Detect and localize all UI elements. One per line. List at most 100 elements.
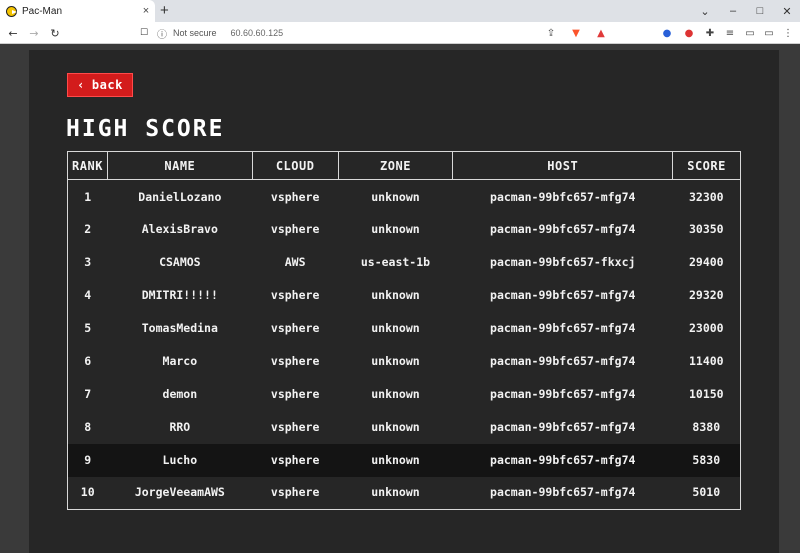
cell-host: pacman-99bfc657-mfg74 (490, 321, 636, 335)
table-row: 8 RRO vsphere unknown pacman-99bfc657-mf… (68, 411, 741, 444)
wallet-icon[interactable]: ▭ (763, 27, 775, 39)
info-icon[interactable]: ⓘ (157, 26, 167, 41)
tab-close-icon[interactable]: × (137, 5, 155, 17)
close-window-button[interactable]: ✕ (772, 0, 800, 22)
cell-rank: 9 (67, 443, 108, 477)
cell-cloud: vsphere (270, 222, 320, 236)
header-zone: ZONE (337, 151, 454, 180)
new-tab-button[interactable]: + (160, 2, 169, 19)
cell-cloud: vsphere (252, 443, 339, 477)
table-row: 6 Marco vsphere unknown pacman-99bfc657-… (68, 345, 741, 378)
back-button-label: back (91, 78, 123, 92)
rewards-icon[interactable]: ▲ (595, 27, 607, 39)
cell-host: pacman-99bfc657-mfg74 (490, 484, 636, 499)
reading-list-icon[interactable]: ≡ (724, 27, 736, 39)
tab-title: Pac-Man (22, 5, 63, 17)
table-row-highlighted: 9 Lucho vsphere unknown pacman-99bfc657-… (67, 443, 741, 477)
cell-name: Marco (162, 354, 198, 368)
tab-strip: Pac-Man × + ⌄ – □ ✕ (0, 0, 800, 22)
cell-cloud: vsphere (270, 387, 320, 401)
cell-cloud: vsphere (270, 190, 320, 205)
header-rank: RANK (67, 151, 108, 180)
cell-zone: unknown (371, 190, 420, 205)
minimize-button[interactable]: – (718, 0, 748, 22)
cell-score: 23000 (688, 321, 724, 335)
header-cloud: CLOUD (251, 151, 339, 180)
brave-shield-icon[interactable]: ▼ (570, 27, 582, 39)
address-bar[interactable]: ⓘ Not secure 60.60.60.125 (157, 24, 637, 42)
table-row: 1 DanielLozano vsphere unknown pacman-99… (68, 180, 741, 213)
cell-score: 11400 (688, 354, 724, 368)
extension-icon[interactable]: ● (683, 27, 695, 39)
cell-zone: unknown (338, 443, 453, 477)
cell-name: Lucho (107, 443, 253, 477)
cell-zone: unknown (371, 288, 420, 302)
reload-icon[interactable]: ↻ (47, 22, 63, 44)
bookmark-icon[interactable]: ☐ (136, 22, 152, 44)
cell-host: pacman-99bfc657-mfg74 (490, 420, 636, 434)
cell-host: pacman-99bfc657-mfg74 (490, 222, 636, 236)
share-icon[interactable]: ⇪ (545, 27, 557, 39)
browser-toolbar: ← → ↻ ☐ ⓘ Not secure 60.60.60.125 ⇪ ▼ ▲ … (0, 22, 800, 44)
high-score-panel: ‹ back HIGH SCORE RANK NAME CLOUD ZONE H… (29, 50, 779, 553)
header-name: NAME (106, 151, 253, 180)
menu-icon[interactable]: ⋮ (782, 27, 794, 39)
cell-rank: 3 (84, 255, 92, 269)
cell-cloud: AWS (284, 255, 306, 269)
table-row: 5 TomasMedina vsphere unknown pacman-99b… (68, 312, 741, 345)
back-arrow-icon[interactable]: ← (5, 22, 21, 44)
cell-rank: 4 (84, 288, 92, 302)
browser-tab[interactable]: Pac-Man × (0, 0, 155, 22)
url-text[interactable]: 60.60.60.125 (231, 28, 284, 38)
extensions-puzzle-icon[interactable]: ✚ (704, 27, 716, 39)
cell-score: 29400 (688, 255, 724, 269)
pacman-favicon-icon (6, 5, 17, 17)
header-score: SCORE (672, 151, 741, 180)
cell-cloud: vsphere (270, 321, 320, 335)
sidebar-icon[interactable]: ▭ (744, 27, 756, 39)
cell-score: 29320 (688, 288, 724, 302)
cell-rank: 7 (84, 387, 92, 401)
chevron-left-icon: ‹ (77, 78, 85, 92)
security-status: Not secure (173, 28, 217, 38)
cell-cloud: vsphere (270, 484, 320, 499)
cell-name: DMITRI!!!!! (141, 288, 218, 302)
cell-name: demon (162, 387, 198, 401)
cell-score: 32300 (688, 190, 724, 205)
cell-rank: 10 (80, 484, 95, 499)
maximize-button[interactable]: □ (745, 0, 775, 22)
tab-search-icon[interactable]: ⌄ (690, 0, 720, 22)
back-button[interactable]: ‹ back (67, 73, 133, 97)
forward-arrow-icon[interactable]: → (26, 22, 42, 44)
header-host: HOST (452, 151, 674, 180)
cell-name: RRO (169, 420, 191, 434)
cell-host: pacman-99bfc657-mfg74 (490, 288, 636, 302)
page-title: HIGH SCORE (66, 116, 225, 142)
cell-zone: us-east-1b (360, 255, 431, 269)
cell-cloud: vsphere (270, 420, 320, 434)
cell-rank: 6 (84, 354, 92, 368)
password-manager-icon[interactable]: ● (661, 27, 673, 39)
cell-host: pacman-99bfc657-fkxcj (490, 255, 636, 269)
table-row: 10 JorgeVeeamAWS vsphere unknown pacman-… (68, 477, 741, 510)
cell-name: AlexisBravo (141, 222, 218, 236)
high-score-table: RANK NAME CLOUD ZONE HOST SCORE 1 Daniel… (67, 151, 741, 510)
cell-score: 30350 (688, 222, 724, 236)
cell-rank: 5 (84, 321, 92, 335)
cell-score: 5830 (672, 443, 741, 477)
cell-score: 8380 (692, 420, 721, 434)
cell-name: CSAMOS (159, 255, 201, 269)
cell-cloud: vsphere (270, 288, 320, 302)
table-row: 7 demon vsphere unknown pacman-99bfc657-… (68, 378, 741, 411)
cell-rank: 1 (84, 190, 92, 205)
table-row: 2 AlexisBravo vsphere unknown pacman-99b… (68, 213, 741, 246)
cell-host: pacman-99bfc657-mfg74 (452, 443, 673, 477)
cell-name: DanielLozano (138, 190, 222, 205)
cell-zone: unknown (371, 420, 420, 434)
cell-rank: 8 (84, 420, 92, 434)
cell-score: 5010 (692, 484, 721, 499)
cell-rank: 2 (84, 222, 92, 236)
cell-zone: unknown (371, 321, 420, 335)
table-header-row: RANK NAME CLOUD ZONE HOST SCORE (67, 151, 741, 180)
cell-host: pacman-99bfc657-mfg74 (490, 190, 636, 205)
